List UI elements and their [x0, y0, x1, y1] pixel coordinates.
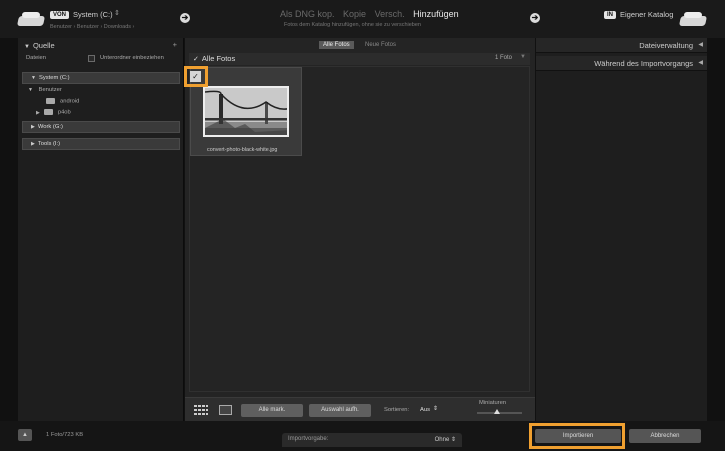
check-icon[interactable]: ✓ [193, 56, 199, 63]
volume-system[interactable]: ▼ System (C:) [22, 72, 180, 84]
folder-root[interactable]: ▼ Benutzer [28, 87, 62, 93]
tab-all-photos[interactable]: Alle Fotos [319, 41, 354, 49]
mode-copy[interactable]: Kopie [343, 9, 366, 19]
subfolders-checkbox[interactable] [88, 55, 95, 62]
photo-count: 1 Foto [494, 55, 512, 61]
source-panel: ▼ Quelle + Dateien Unterordner einbeziehe… [18, 38, 184, 421]
grid-toolbar: Alle mark. Auswahl aufh. Sortieren: Aus … [185, 397, 535, 421]
file-handling-header[interactable]: Dateiverwaltung ◀ [536, 38, 707, 53]
slider-handle[interactable] [494, 409, 500, 414]
sort-label: Sortieren: [384, 407, 410, 413]
source-dropdown-icon[interactable]: ⇕ [114, 9, 120, 17]
sort-dropdown-icon[interactable]: ⇕ [433, 406, 438, 412]
photo-filename: convert-photo-black-white.jpg [207, 147, 278, 153]
arrow-right-icon: ➔ [530, 13, 540, 23]
import-preset[interactable]: Importvorgabe: Ohne ⇕ [282, 433, 462, 447]
grid-header: ✓ Alle Fotos 1 Foto ▼ [189, 53, 530, 65]
source-breadcrumb: Benutzer › Benutzer › Downloads › [50, 24, 135, 30]
volume-tools[interactable]: ▶ Tools (I:) [22, 138, 180, 150]
photo-checkbox[interactable]: ✓ [190, 71, 201, 82]
source-drive-icon[interactable] [16, 12, 46, 28]
destination-panel: Dateiverwaltung ◀ Während des Importvorga… [536, 38, 707, 421]
folder-icon [43, 109, 53, 115]
folder-android[interactable]: android [46, 98, 79, 105]
unmark-all-button[interactable]: Auswahl aufh. [309, 404, 371, 417]
source-panel-title: Quelle [32, 41, 55, 50]
sort-select[interactable]: Aus [420, 407, 430, 413]
photo-grid-panel: Alle Fotos Neue Fotos ✓ Alle Fotos 1 Foto… [184, 38, 535, 421]
files-label: Dateien [26, 55, 46, 61]
target-drive-icon[interactable] [678, 12, 708, 28]
mode-add[interactable]: Hinzufügen [413, 9, 459, 19]
import-header: VON System (C:) ⇕ Benutzer › Benutzer › … [0, 0, 725, 38]
volume-work[interactable]: ▶ Work (G:) [22, 121, 180, 133]
source-panel-header[interactable]: ▼ Quelle + [18, 38, 183, 53]
during-import-header[interactable]: Während des Importvorgangs ◀ [536, 56, 707, 71]
import-highlight [529, 423, 625, 449]
folder-icon [46, 98, 55, 104]
footer-bar: ▲ 1 Foto/723 KB Importvorgabe: Ohne ⇕ Im… [0, 421, 725, 451]
subfolders-label: Unterordner einbeziehen [100, 55, 164, 61]
status-text: 1 Foto/723 KB [46, 432, 84, 438]
grid-view-icon[interactable] [194, 405, 208, 415]
expand-triangle-icon: ▶ [36, 109, 40, 116]
photo-thumbnail[interactable] [203, 86, 289, 137]
target-name[interactable]: Eigener Katalog [620, 10, 673, 19]
cancel-button[interactable]: Abbrechen [629, 429, 701, 443]
preset-value[interactable]: Ohne ⇕ [435, 436, 456, 443]
chevron-down-icon[interactable]: ▼ [520, 54, 526, 60]
collapse-left-icon: ◀ [698, 60, 703, 66]
import-modes: Als DNG kop. Kopie Versch. Hinzufügen [280, 9, 465, 19]
photo-grid: convert-photo-black-white.jpg [189, 66, 530, 392]
source-name[interactable]: System (C:) [73, 10, 113, 19]
tab-new-photos[interactable]: Neue Fotos [361, 41, 400, 49]
collapse-triangle-icon[interactable]: ▼ [24, 44, 30, 50]
source-tag: VON [50, 11, 70, 19]
target-tag: IN [604, 11, 616, 19]
bridge-photo [205, 88, 287, 135]
mode-subtitle: Fotos dem Katalog hinzufügen, ohne sie z… [284, 22, 421, 28]
arrow-right-icon: ➔ [180, 13, 190, 23]
mode-dng[interactable]: Als DNG kop. [280, 9, 335, 19]
collapse-left-icon: ◀ [698, 42, 703, 48]
expand-triangle-icon: ▼ [28, 87, 33, 93]
folder-p4ob[interactable]: ▶ p4ob [36, 109, 71, 116]
add-source-icon[interactable]: + [173, 40, 177, 49]
preset-label: Importvorgabe: [288, 436, 329, 442]
mode-move[interactable]: Versch. [375, 9, 405, 19]
mark-all-button[interactable]: Alle mark. [241, 404, 303, 417]
expand-up-icon[interactable]: ▲ [18, 429, 32, 441]
thumbnails-label: Miniaturen [479, 400, 507, 406]
loupe-view-icon[interactable] [219, 405, 232, 415]
grid-title: Alle Fotos [201, 54, 236, 63]
